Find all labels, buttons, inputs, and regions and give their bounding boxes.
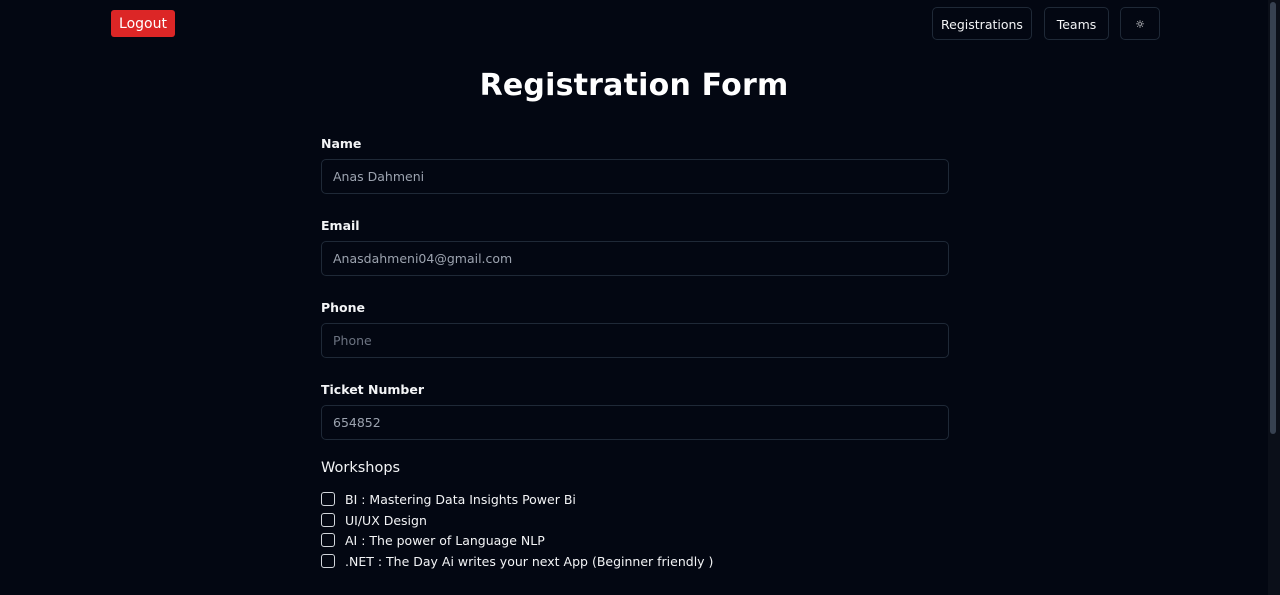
- workshop-checkbox[interactable]: [321, 554, 335, 568]
- phone-input[interactable]: [321, 323, 949, 358]
- workshop-checkbox[interactable]: [321, 513, 335, 527]
- logout-button[interactable]: Logout: [111, 10, 175, 37]
- name-label: Name: [321, 136, 362, 151]
- workshop-option[interactable]: BI : Mastering Data Insights Power Bi: [321, 490, 576, 508]
- ticket-number-input[interactable]: [321, 405, 949, 440]
- workshop-option[interactable]: .NET : The Day Ai writes your next App (…: [321, 552, 713, 570]
- workshop-checkbox[interactable]: [321, 533, 335, 547]
- ticket-number-label: Ticket Number: [321, 382, 424, 397]
- page-title: Registration Form: [479, 68, 789, 103]
- email-input[interactable]: [321, 241, 949, 276]
- registrations-button[interactable]: Registrations: [932, 7, 1032, 40]
- top-bar: Logout Registrations Teams ☼: [0, 0, 1268, 48]
- workshop-option[interactable]: AI : The power of Language NLP: [321, 531, 545, 549]
- workshop-label: BI : Mastering Data Insights Power Bi: [345, 491, 576, 507]
- sun-icon: ☼: [1135, 18, 1145, 31]
- scrollbar-thumb[interactable]: [1270, 2, 1276, 434]
- email-label: Email: [321, 218, 360, 233]
- workshop-label: UI/UX Design: [345, 512, 427, 528]
- workshops-heading: Workshops: [321, 460, 401, 476]
- workshop-label: AI : The power of Language NLP: [345, 532, 545, 548]
- vertical-scrollbar[interactable]: [1268, 0, 1280, 595]
- workshop-option[interactable]: UI/UX Design: [321, 511, 427, 529]
- workshop-label: .NET : The Day Ai writes your next App (…: [345, 553, 714, 569]
- theme-toggle-button[interactable]: ☼: [1120, 7, 1160, 40]
- workshop-checkbox[interactable]: [321, 492, 335, 506]
- teams-button[interactable]: Teams: [1044, 7, 1109, 40]
- name-input[interactable]: [321, 159, 949, 194]
- phone-label: Phone: [321, 300, 366, 315]
